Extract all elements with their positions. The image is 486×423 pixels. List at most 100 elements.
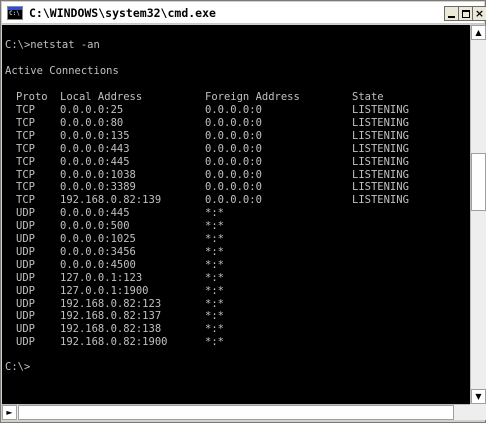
table-row: UDP 0.0.0.0:500 *:* bbox=[2, 220, 470, 233]
table-row: TCP 0.0.0.0:3389 0.0.0.0:0 LISTENING bbox=[2, 181, 470, 194]
title-bar[interactable]: C:\ C:\WINDOWS\system32\cmd.exe × bbox=[2, 2, 486, 24]
row-proto: UDP bbox=[16, 258, 35, 271]
table-header: Proto Local Address Foreign Address Stat… bbox=[2, 91, 470, 104]
row-foreign-address: *:* bbox=[205, 310, 224, 323]
header-state: State bbox=[352, 91, 384, 103]
row-proto: TCP bbox=[16, 168, 35, 181]
right-arrow-icon: ► bbox=[6, 407, 13, 417]
table-row: UDP 192.168.0.82:123 *:* bbox=[2, 298, 470, 311]
row-local-address: 0.0.0.0:445 bbox=[60, 155, 130, 168]
header-foreign-address: Foreign Address bbox=[205, 91, 300, 103]
table-row: TCP 192.168.0.82:139 0.0.0.0:0 LISTENING bbox=[2, 194, 470, 207]
close-button[interactable]: × bbox=[472, 6, 486, 21]
row-proto: UDP bbox=[16, 220, 35, 233]
row-proto: UDP bbox=[16, 207, 35, 220]
row-proto: UDP bbox=[16, 323, 35, 336]
row-local-address: 0.0.0.0:135 bbox=[60, 129, 130, 142]
row-foreign-address: *:* bbox=[205, 258, 224, 271]
row-state: LISTENING bbox=[352, 168, 409, 181]
table-row: TCP 0.0.0.0:443 0.0.0.0:0 LISTENING bbox=[2, 143, 470, 156]
horizontal-scroll-thumb[interactable] bbox=[18, 405, 454, 420]
row-local-address: 192.168.0.82:138 bbox=[60, 323, 162, 336]
row-proto: UDP bbox=[16, 245, 35, 258]
resize-grip[interactable] bbox=[470, 404, 486, 420]
row-local-address: 0.0.0.0:445 bbox=[60, 207, 130, 220]
row-proto: TCP bbox=[16, 181, 35, 194]
vertical-scroll-thumb[interactable] bbox=[471, 153, 486, 211]
row-foreign-address: 0.0.0.0:0 bbox=[205, 142, 262, 155]
row-foreign-address: 0.0.0.0:0 bbox=[205, 104, 262, 116]
scroll-down-button[interactable]: ▼ bbox=[471, 389, 486, 404]
row-proto: TCP bbox=[16, 142, 35, 155]
row-foreign-address: *:* bbox=[205, 297, 224, 310]
row-foreign-address: 0.0.0.0:0 bbox=[205, 168, 262, 181]
row-state: LISTENING bbox=[352, 181, 409, 194]
row-state: LISTENING bbox=[352, 142, 409, 155]
row-local-address: 0.0.0.0:4500 bbox=[60, 258, 136, 271]
horizontal-scrollbar[interactable]: ◄ ► bbox=[2, 404, 470, 420]
final-prompt: C:\> bbox=[5, 361, 31, 374]
row-foreign-address: 0.0.0.0:0 bbox=[205, 155, 262, 168]
table-row: UDP 127.0.0.1:1900 *:* bbox=[2, 285, 470, 298]
row-state: LISTENING bbox=[352, 116, 409, 129]
window-title: C:\WINDOWS\system32\cmd.exe bbox=[29, 6, 216, 20]
row-state: LISTENING bbox=[352, 194, 409, 207]
command-line: C:\>netstat -an bbox=[5, 39, 100, 51]
minimize-icon bbox=[448, 15, 455, 18]
row-foreign-address: *:* bbox=[205, 220, 224, 233]
row-state: LISTENING bbox=[352, 155, 409, 168]
table-row: TCP 0.0.0.0:25 0.0.0.0:0 LISTENING bbox=[2, 104, 470, 117]
header-local-address: Local Address bbox=[60, 91, 143, 103]
row-foreign-address: *:* bbox=[205, 336, 224, 349]
row-local-address: 0.0.0.0:3456 bbox=[60, 245, 136, 258]
row-proto: UDP bbox=[16, 297, 35, 310]
header-proto: Proto bbox=[16, 91, 48, 103]
row-proto: TCP bbox=[16, 194, 35, 207]
row-proto: TCP bbox=[16, 104, 35, 116]
down-arrow-icon: ▼ bbox=[475, 391, 482, 401]
scroll-right-button[interactable]: ► bbox=[2, 405, 17, 420]
table-row: TCP 0.0.0.0:445 0.0.0.0:0 LISTENING bbox=[2, 156, 470, 169]
row-proto: UDP bbox=[16, 284, 35, 297]
maximize-icon bbox=[461, 9, 470, 18]
row-foreign-address: *:* bbox=[205, 284, 224, 297]
table-row: UDP 127.0.0.1:123 *:* bbox=[2, 272, 470, 285]
row-foreign-address: 0.0.0.0:0 bbox=[205, 129, 262, 142]
minimize-button[interactable] bbox=[444, 6, 459, 21]
row-foreign-address: 0.0.0.0:0 bbox=[205, 194, 262, 207]
row-local-address: 0.0.0.0:25 bbox=[60, 104, 124, 116]
row-local-address: 0.0.0.0:3389 bbox=[60, 181, 136, 194]
close-icon: × bbox=[474, 7, 485, 20]
table-row: UDP 192.168.0.82:138 *:* bbox=[2, 323, 470, 336]
table-row: UDP 0.0.0.0:1025 *:* bbox=[2, 233, 470, 246]
row-proto: UDP bbox=[16, 233, 35, 245]
table-row: UDP 192.168.0.82:137 *:* bbox=[2, 310, 470, 323]
row-local-address: 0.0.0.0:1038 bbox=[60, 168, 136, 181]
row-local-address: 192.168.0.82:123 bbox=[60, 297, 162, 310]
table-row: UDP 0.0.0.0:3456 *:* bbox=[2, 246, 470, 259]
table-row: TCP 0.0.0.0:80 0.0.0.0:0 LISTENING bbox=[2, 117, 470, 130]
row-local-address: 0.0.0.0:443 bbox=[60, 142, 130, 155]
console-output[interactable]: C:\>netstat -an Active Connections Proto… bbox=[2, 25, 470, 404]
row-local-address: 127.0.0.1:1900 bbox=[60, 284, 149, 297]
table-row: TCP 0.0.0.0:135 0.0.0.0:0 LISTENING bbox=[2, 130, 470, 143]
row-proto: TCP bbox=[16, 129, 35, 142]
vertical-scrollbar[interactable]: ▲ ▼ bbox=[470, 25, 486, 404]
row-foreign-address: *:* bbox=[205, 271, 224, 284]
row-foreign-address: *:* bbox=[205, 207, 224, 220]
row-state: LISTENING bbox=[352, 104, 409, 116]
row-foreign-address: *:* bbox=[205, 245, 224, 258]
table-row: UDP 0.0.0.0:445 *:* bbox=[2, 207, 470, 220]
row-local-address: 0.0.0.0:80 bbox=[60, 116, 124, 129]
row-proto: TCP bbox=[16, 155, 35, 168]
up-arrow-icon: ▲ bbox=[475, 27, 482, 37]
row-local-address: 0.0.0.0:1025 bbox=[60, 233, 136, 245]
row-local-address: 0.0.0.0:500 bbox=[60, 220, 130, 233]
row-state: LISTENING bbox=[352, 129, 409, 142]
cmd-app-icon[interactable]: C:\ bbox=[7, 6, 23, 20]
row-foreign-address: *:* bbox=[205, 323, 224, 336]
row-local-address: 192.168.0.82:137 bbox=[60, 310, 162, 323]
scroll-up-button[interactable]: ▲ bbox=[471, 25, 486, 40]
maximize-button[interactable] bbox=[458, 6, 473, 21]
row-local-address: 192.168.0.82:1900 bbox=[60, 336, 168, 349]
